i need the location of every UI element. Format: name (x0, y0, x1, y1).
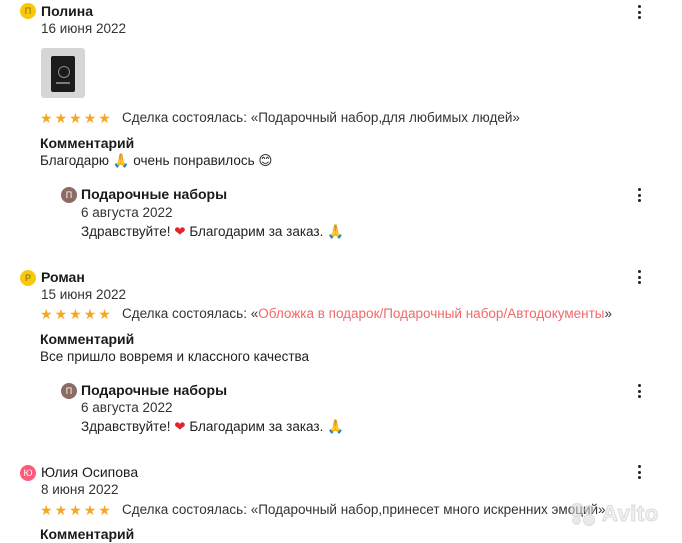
review-author[interactable]: Полина (41, 2, 93, 20)
avatar[interactable]: П (61, 383, 77, 399)
star-icon: ★ (98, 502, 111, 518)
review-date: 15 июня 2022 (41, 287, 126, 302)
deal-item-link[interactable]: Обложка в подарок/Подарочный набор/Автод… (258, 306, 604, 321)
star-icon: ★ (69, 502, 82, 518)
avito-watermark: Avito (568, 500, 678, 528)
more-options-icon[interactable] (632, 186, 646, 204)
comment-label: Комментарий (40, 331, 135, 347)
comment-text: Все пришло вовремя и классного качества (40, 349, 310, 364)
rating-stars: ★ ★ ★ ★ ★ (40, 306, 111, 322)
deal-info: Сделка состоялась: «Подарочный набор,при… (122, 502, 606, 517)
star-icon: ★ (54, 306, 68, 322)
pray-icon: 🙏 (112, 153, 130, 169)
star-icon: ★ (83, 110, 97, 126)
star-icon: ★ (54, 110, 68, 126)
comment-text: Благодарю 🙏 очень понравилось 😊 (40, 153, 273, 169)
more-options-icon[interactable] (632, 382, 646, 400)
rating-stars: ★ ★ ★ ★ ★ (40, 110, 111, 126)
avatar[interactable]: П (61, 187, 77, 203)
avito-logo-icon (568, 501, 598, 527)
more-options-icon[interactable] (632, 463, 646, 481)
star-icon: ★ (83, 306, 97, 322)
star-icon: ★ (54, 502, 68, 518)
pray-icon: 🙏 (327, 419, 344, 435)
pray-icon: 🙏 (327, 224, 344, 240)
star-icon: ★ (40, 110, 53, 126)
review-author[interactable]: Юлия Осипова (41, 463, 138, 481)
avatar[interactable]: П (20, 3, 36, 19)
more-options-icon[interactable] (632, 268, 646, 286)
star-icon: ★ (98, 306, 111, 322)
reply-author[interactable]: Подарочные наборы (81, 185, 227, 203)
review-date: 16 июня 2022 (41, 21, 126, 36)
reply-text: Здравствуйте! ❤ Благодарим за заказ. 🙏 (81, 419, 344, 435)
heart-icon: ❤ (174, 419, 186, 434)
star-icon: ★ (83, 502, 97, 518)
avito-wordmark: Avito (602, 501, 659, 527)
star-icon: ★ (40, 306, 53, 322)
smile-icon: 😊 (258, 153, 273, 169)
reply-date: 6 августа 2022 (81, 205, 173, 220)
reply-text: Здравствуйте! ❤ Благодарим за заказ. 🙏 (81, 224, 344, 240)
deal-info: Сделка состоялась: «Обложка в подарок/По… (122, 306, 613, 321)
star-icon: ★ (40, 502, 53, 518)
comment-label: Комментарий (40, 135, 135, 151)
rating-stars: ★ ★ ★ ★ ★ (40, 502, 111, 518)
deal-item: Подарочный набор,для любимых людей (258, 110, 513, 125)
reply-date: 6 августа 2022 (81, 400, 173, 415)
review-date: 8 июня 2022 (41, 482, 119, 497)
star-icon: ★ (69, 306, 82, 322)
star-icon: ★ (98, 110, 111, 126)
heart-icon: ❤ (174, 224, 186, 239)
comment-label: Комментарий (40, 526, 135, 542)
avatar[interactable]: Р (20, 270, 36, 286)
reply-author[interactable]: Подарочные наборы (81, 381, 227, 399)
star-icon: ★ (69, 110, 82, 126)
deal-item: Подарочный набор,принесет много искренни… (258, 502, 599, 517)
review-author[interactable]: Роман (41, 268, 85, 286)
avatar[interactable]: Ю (20, 465, 36, 481)
review-photo[interactable] (41, 48, 85, 98)
deal-info: Сделка состоялась: «Подарочный набор,для… (122, 110, 520, 125)
more-options-icon[interactable] (632, 3, 646, 21)
